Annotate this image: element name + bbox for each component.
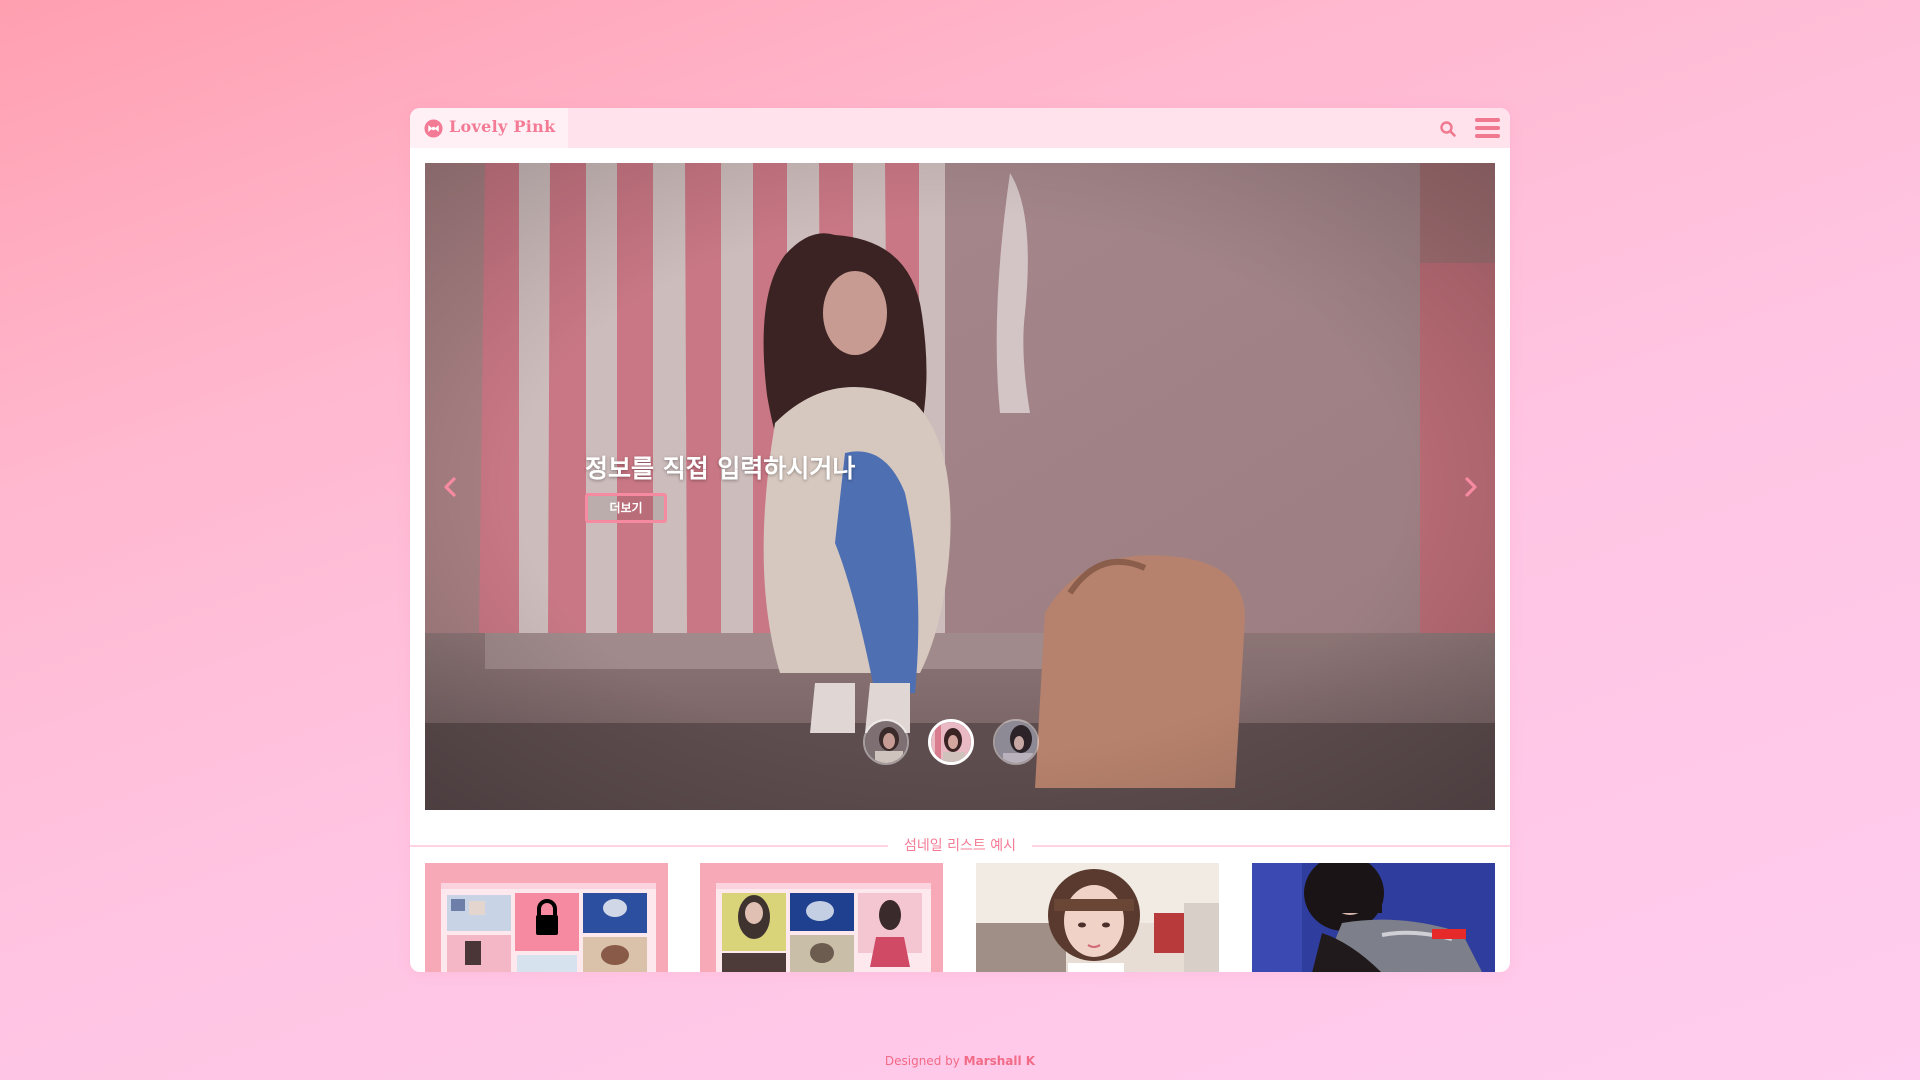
divider-line-left: [410, 845, 888, 847]
bow-icon: [424, 119, 443, 138]
thumbnail-item-2[interactable]: [700, 863, 943, 972]
thumbnail-image-4: [1252, 863, 1495, 972]
footer-author-link[interactable]: Marshall K: [964, 1054, 1035, 1068]
slide-thumb-2: [931, 722, 971, 762]
footer-credit-prefix: Designed by: [884, 1054, 964, 1068]
slide-indicator-3[interactable]: [993, 719, 1039, 765]
logo[interactable]: Lovely Pink: [410, 108, 568, 148]
hero-slide-image: [425, 163, 1495, 810]
thumbnail-image-2: [700, 863, 943, 972]
slide-thumb-3: [995, 721, 1037, 763]
hero-slider: 정보를 직접 입력하시거나 더보기: [425, 163, 1495, 810]
chevron-left-icon[interactable]: [438, 474, 462, 500]
chevron-right-icon[interactable]: [1459, 474, 1483, 500]
thumbnail-image-3: [976, 863, 1219, 972]
thumbnail-image-1: [425, 863, 668, 972]
more-button[interactable]: 더보기: [585, 493, 667, 523]
blog-window: Lovely Pink 정보를 직접 입력하시거나 더보기 섬네일 리스트 예시: [410, 108, 1510, 972]
section-title: 섬네일 리스트 예시: [904, 838, 1016, 854]
thumbnail-item-4[interactable]: [1252, 863, 1495, 972]
thumbnail-section-header: 섬네일 리스트 예시: [410, 836, 1510, 856]
slide-indicator-1[interactable]: [863, 719, 909, 765]
hamburger-menu-icon[interactable]: [1475, 117, 1501, 139]
slide-thumb-1: [865, 721, 907, 763]
thumbnail-item-3[interactable]: [976, 863, 1219, 972]
slide-title: 정보를 직접 입력하시거나: [585, 454, 856, 483]
slide-indicator-2[interactable]: [928, 719, 974, 765]
divider-line-right: [1032, 845, 1510, 847]
thumbnail-list: [425, 863, 1495, 972]
logo-text: Lovely Pink: [449, 117, 556, 136]
slide-indicators: [863, 719, 1063, 771]
thumbnail-item-1[interactable]: [425, 863, 668, 972]
search-icon[interactable]: [1438, 119, 1458, 139]
footer-credit: Designed by Marshall K: [0, 1054, 1920, 1068]
top-navigation-bar: Lovely Pink: [410, 108, 1510, 148]
